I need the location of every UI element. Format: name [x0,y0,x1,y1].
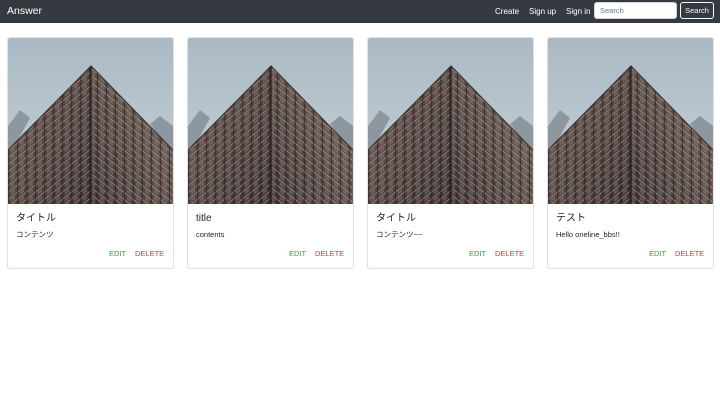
edit-button[interactable]: EDIT [469,249,486,259]
edit-button[interactable]: EDIT [289,249,306,259]
card-text: Hello oneline_bbs!! [556,230,620,239]
delete-button[interactable]: DELETE [315,249,344,259]
search-button[interactable]: Search [680,2,714,19]
building-photo [548,38,713,204]
building-photo [188,38,353,204]
card-title: タイトル [16,213,56,224]
card-text: コンテンツ [16,230,54,239]
card-text: contents [196,230,225,239]
search-input[interactable] [594,2,677,19]
nav-signin-link[interactable]: Sign in [566,6,590,17]
delete-button[interactable]: DELETE [495,249,524,259]
nav-signup-link[interactable]: Sign up [529,6,556,17]
brand-link[interactable]: Answer [7,4,42,18]
edit-button[interactable]: EDIT [109,249,126,259]
card-title: タイトル [376,213,416,224]
nav-create-link[interactable]: Create [495,6,519,17]
card-text: コンテンツ~~ [376,230,423,239]
edit-button[interactable]: EDIT [649,249,666,259]
card-title: title [196,213,212,224]
delete-button[interactable]: DELETE [675,249,704,259]
post-card: title contents EDIT DELETE [187,37,354,269]
post-card: タイトル コンテンツ EDIT DELETE [7,37,174,269]
post-card: テスト Hello oneline_bbs!! EDIT DELETE [547,37,714,269]
card-title: テスト [556,213,586,224]
delete-button[interactable]: DELETE [135,249,164,259]
navbar: Answer Create Sign up Sign in Search [0,0,720,23]
post-card: タイトル コンテンツ~~ EDIT DELETE [367,37,534,269]
building-photo [368,38,533,204]
building-photo [8,38,173,204]
